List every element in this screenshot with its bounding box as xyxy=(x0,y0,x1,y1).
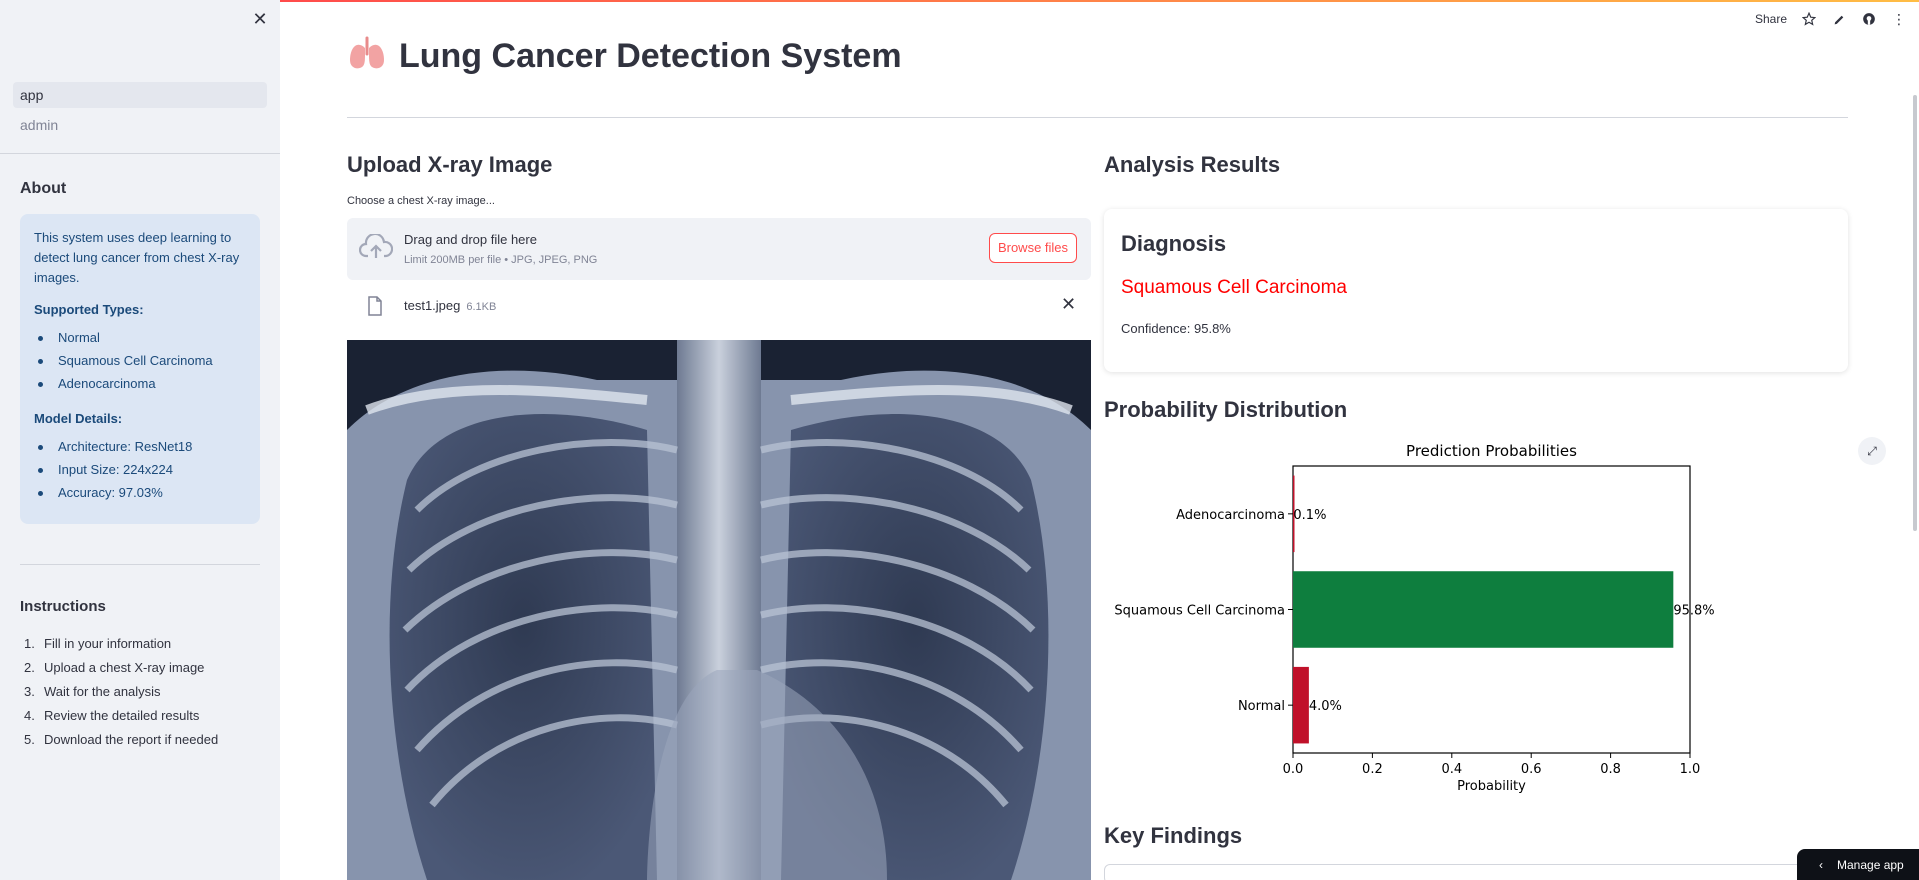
star-icon[interactable] xyxy=(1801,11,1817,27)
data-label: 0.1% xyxy=(1293,508,1326,523)
list-item: Squamous Cell Carcinoma xyxy=(34,351,246,374)
list-item: Accuracy: 97.03% xyxy=(34,483,246,506)
close-sidebar-icon[interactable]: ✕ xyxy=(252,10,268,28)
x-tick-label: 0.2 xyxy=(1362,762,1383,777)
header-divider xyxy=(347,117,1848,118)
list-item: 3. Wait for the analysis xyxy=(24,684,161,699)
dropzone-text: Drag and drop file here xyxy=(404,232,537,247)
file-name: test1.jpeg 6.1KB xyxy=(404,298,497,313)
sidebar-divider xyxy=(0,153,280,154)
more-menu-icon[interactable]: ⋮ xyxy=(1891,11,1907,27)
list-item: 1. Fill in your information xyxy=(24,636,172,651)
distribution-section-title: Probability Distribution xyxy=(1104,397,1348,422)
confidence-text: Confidence: 95.8% xyxy=(1121,321,1231,336)
edit-pencil-icon[interactable] xyxy=(1831,11,1847,27)
data-label: 95.8% xyxy=(1673,604,1714,619)
data-label: 4.0% xyxy=(1309,699,1342,714)
diagnosis-title: Diagnosis xyxy=(1121,231,1227,256)
about-info-box: This system uses deep learning to detect… xyxy=(20,214,260,524)
browse-files-button[interactable]: Browse files xyxy=(989,233,1077,263)
file-dropzone[interactable]: Drag and drop file here Limit 200MB per … xyxy=(347,218,1091,280)
sidebar-divider xyxy=(20,564,260,565)
page-scrollbar[interactable] xyxy=(1913,95,1917,531)
about-text: This system uses deep learning to detect… xyxy=(34,230,240,285)
supported-types-heading: Supported Types: xyxy=(34,302,144,317)
x-tick-label: 0.4 xyxy=(1441,762,1462,777)
manage-app-label: Manage app xyxy=(1837,857,1904,872)
bar xyxy=(1293,666,1309,744)
y-tick-label: Adenocarcinoma xyxy=(1176,508,1285,523)
file-size: 6.1KB xyxy=(466,301,497,313)
results-section-title: Analysis Results xyxy=(1104,152,1281,177)
top-decoration-line xyxy=(280,0,1919,2)
xray-image xyxy=(347,340,1091,880)
instructions-heading: Instructions xyxy=(20,598,106,615)
y-tick-label: Squamous Cell Carcinoma xyxy=(1114,604,1285,619)
diagnosis-value: Squamous Cell Carcinoma xyxy=(1121,277,1347,298)
sidebar: ✕ app admin About This system uses deep … xyxy=(0,0,280,880)
upload-section-title: Upload X-ray Image xyxy=(347,152,553,177)
lungs-icon xyxy=(347,34,387,79)
x-axis-label: Probability xyxy=(1457,779,1526,794)
key-findings-box xyxy=(1104,864,1848,880)
x-tick-label: 0.6 xyxy=(1521,762,1542,777)
supported-types-list: Normal Squamous Cell Carcinoma Adenocarc… xyxy=(34,328,246,397)
list-item: Input Size: 224x224 xyxy=(34,460,246,483)
file-icon xyxy=(367,296,383,321)
probability-chart-svg: Prediction Probabilities Adenocarcinoma 0.… xyxy=(1114,442,1714,794)
page-header: Lung Cancer Detection System xyxy=(347,34,902,79)
sidebar-item-admin[interactable]: admin xyxy=(13,112,267,138)
sidebar-item-app[interactable]: app xyxy=(13,82,267,108)
app-toolbar: Share ⋮ xyxy=(1755,8,1907,30)
chart-title: Prediction Probabilities xyxy=(1406,442,1577,460)
list-item: 4. Review the detailed results xyxy=(24,708,200,723)
dropzone-limit-text: Limit 200MB per file • JPG, JPEG, PNG xyxy=(404,254,598,266)
manage-app-button[interactable]: ‹ Manage app xyxy=(1797,849,1919,880)
expand-chart-icon[interactable]: ⤢ xyxy=(1858,437,1886,465)
chevron-left-icon: ‹ xyxy=(1819,857,1823,872)
uploaded-file-row: test1.jpeg 6.1KB ✕ xyxy=(347,290,1091,324)
upload-label: Choose a chest X-ray image... xyxy=(347,195,495,207)
model-details-heading: Model Details: xyxy=(34,411,123,426)
remove-file-icon[interactable]: ✕ xyxy=(1061,294,1076,315)
list-item: Architecture: ResNet18 xyxy=(34,437,246,460)
x-tick-label: 0.0 xyxy=(1283,762,1304,777)
list-item: Normal xyxy=(34,328,246,351)
github-icon[interactable] xyxy=(1861,11,1877,27)
bar xyxy=(1293,571,1674,648)
x-tick-label: 0.8 xyxy=(1600,762,1621,777)
page-title: Lung Cancer Detection System xyxy=(399,37,902,75)
diagnosis-card: Diagnosis Squamous Cell Carcinoma Confid… xyxy=(1104,209,1848,372)
model-details-list: Architecture: ResNet18 Input Size: 224x2… xyxy=(34,437,246,506)
list-item: 2. Upload a chest X-ray image xyxy=(24,660,205,675)
key-findings-title: Key Findings xyxy=(1104,823,1243,848)
y-tick-label: Normal xyxy=(1238,699,1285,714)
about-heading: About xyxy=(20,180,67,197)
instructions-list: 1. Fill in your information 2. Upload a ch… xyxy=(20,632,218,752)
x-tick-label: 1.0 xyxy=(1680,762,1701,777)
sidebar-nav: app admin xyxy=(13,82,267,142)
list-item: 5. Download the report if needed xyxy=(24,732,219,747)
probability-chart: Prediction Probabilities Adenocarcinoma 0.… xyxy=(1104,437,1848,801)
cloud-upload-icon xyxy=(358,232,394,267)
share-button[interactable]: Share xyxy=(1755,12,1787,26)
list-item: Adenocarcinoma xyxy=(34,374,246,397)
